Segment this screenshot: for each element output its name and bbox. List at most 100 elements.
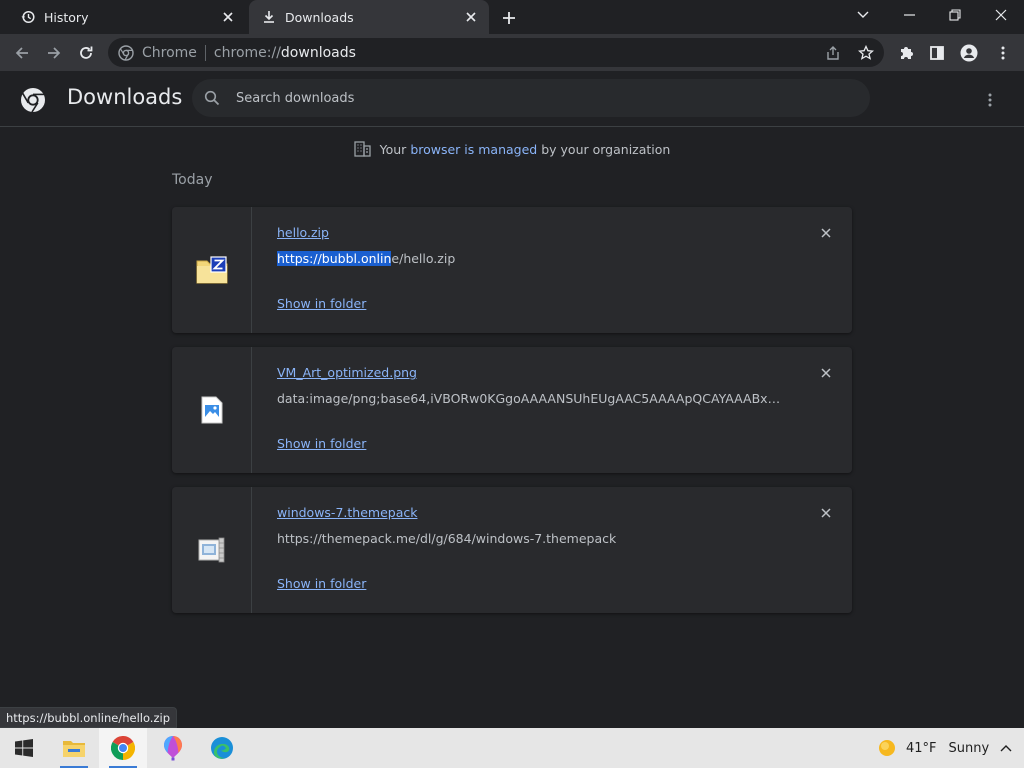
arrow-left-icon xyxy=(15,47,28,59)
star-icon xyxy=(858,45,874,60)
minimize-icon xyxy=(903,14,915,16)
url-host: downloads xyxy=(280,44,356,61)
download-source-url[interactable]: data:image/png;base64,iVBORw0KGgoAAAANSU… xyxy=(277,391,782,406)
selected-text: https://bubbl.onlin xyxy=(277,251,392,266)
puzzle-icon xyxy=(901,47,913,59)
file-icon-column xyxy=(172,207,252,333)
side-panel-button[interactable] xyxy=(924,40,950,66)
history-icon xyxy=(20,9,36,25)
show-in-folder-link[interactable]: Show in folder xyxy=(277,436,366,451)
close-tab-icon[interactable] xyxy=(461,7,481,27)
download-icon xyxy=(261,9,277,25)
tab-search-button[interactable] xyxy=(840,0,886,30)
link-status-bubble: https://bubbl.online/hello.zip xyxy=(0,707,177,728)
tab-strip: History Downloads xyxy=(0,0,1024,34)
image-file-icon xyxy=(201,396,222,424)
site-name: Chrome xyxy=(142,44,197,61)
download-filename-link[interactable]: VM_Art_optimized.png xyxy=(277,365,417,380)
date-section-label: Today xyxy=(172,172,213,188)
close-icon xyxy=(821,368,831,378)
download-filename-link[interactable]: hello.zip xyxy=(277,225,329,240)
arrow-right-icon xyxy=(48,47,61,59)
folder-icon xyxy=(63,741,85,757)
close-window-button[interactable] xyxy=(978,0,1024,30)
downloads-header: Downloads xyxy=(0,71,1024,127)
tab-title: Downloads xyxy=(285,9,354,25)
share-icon xyxy=(827,46,839,60)
back-button[interactable] xyxy=(8,39,36,67)
forward-button[interactable] xyxy=(40,39,68,67)
search-input[interactable] xyxy=(236,90,836,106)
more-vertical-icon xyxy=(1001,46,1005,60)
profile-icon xyxy=(960,44,978,62)
new-tab-button[interactable] xyxy=(498,7,520,29)
zip-file-icon xyxy=(196,256,227,284)
more-vertical-icon xyxy=(988,93,992,107)
chevron-up-icon xyxy=(1000,745,1012,752)
close-icon xyxy=(821,228,831,238)
address-bar[interactable]: Chrome chrome://downloads xyxy=(108,38,884,67)
page-title: Downloads xyxy=(67,85,183,109)
close-icon xyxy=(821,508,831,518)
show-in-folder-link[interactable]: Show in folder xyxy=(277,576,366,591)
profile-button[interactable] xyxy=(956,40,982,66)
chrome-taskbar-button[interactable] xyxy=(99,728,147,768)
url-text: e/hello.zip xyxy=(391,251,456,266)
windows-taskbar: 41°F Sunny xyxy=(0,728,1024,768)
share-button[interactable] xyxy=(820,40,846,66)
extensions-button[interactable] xyxy=(893,40,919,66)
reload-button[interactable] xyxy=(72,39,100,67)
restore-icon xyxy=(949,9,961,21)
file-explorer-taskbar-button[interactable] xyxy=(50,728,98,768)
remove-download-button[interactable] xyxy=(816,503,836,523)
remove-download-button[interactable] xyxy=(816,223,836,243)
side-panel-icon xyxy=(930,46,944,60)
downloads-more-button[interactable] xyxy=(978,88,1002,112)
windows-logo-icon xyxy=(15,739,33,757)
file-icon-column xyxy=(172,487,252,613)
bookmark-button[interactable] xyxy=(853,40,879,66)
tab-downloads[interactable]: Downloads xyxy=(249,0,489,34)
download-source-url[interactable]: https://bubbl.online/hello.zip xyxy=(277,251,455,266)
weather-widget[interactable]: 41°F Sunny xyxy=(876,728,989,768)
building-icon xyxy=(353,140,372,158)
chrome-logo-icon xyxy=(20,87,46,113)
tab-title: History xyxy=(44,9,89,25)
close-icon xyxy=(995,9,1007,21)
weather-condition: Sunny xyxy=(948,740,990,756)
managed-suffix: by your organization xyxy=(537,141,671,157)
download-item: VM_Art_optimized.png data:image/png;base… xyxy=(172,347,852,473)
show-hidden-icons-button[interactable] xyxy=(996,738,1016,758)
search-box[interactable] xyxy=(192,79,870,117)
download-source-url[interactable]: https://themepack.me/dl/g/684/windows-7.… xyxy=(277,531,616,546)
browser-toolbar: Chrome chrome://downloads xyxy=(0,34,1024,71)
url-scheme: chrome:// xyxy=(213,44,281,61)
chrome-icon xyxy=(111,736,135,760)
search-icon xyxy=(204,89,222,107)
tab-history[interactable]: History xyxy=(8,0,246,34)
reload-icon xyxy=(80,46,93,59)
weather-temperature: 41°F xyxy=(906,740,937,756)
show-in-folder-link[interactable]: Show in folder xyxy=(277,296,366,311)
download-filename-link[interactable]: windows-7.themepack xyxy=(277,505,417,520)
restore-button[interactable] xyxy=(932,0,978,30)
edge-icon xyxy=(211,737,233,759)
remove-download-button[interactable] xyxy=(816,363,836,383)
divider xyxy=(204,44,206,61)
download-item: windows-7.themepack https://themepack.me… xyxy=(172,487,852,613)
chevron-down-icon xyxy=(857,11,869,18)
minimize-button[interactable] xyxy=(886,0,932,30)
chrome-site-icon xyxy=(118,44,134,61)
chrome-menu-button[interactable] xyxy=(990,40,1016,66)
edge-taskbar-button[interactable] xyxy=(198,728,246,768)
managed-link[interactable]: browser is managed xyxy=(410,142,537,157)
close-tab-icon[interactable] xyxy=(218,7,238,27)
paint-taskbar-button[interactable] xyxy=(149,728,197,768)
start-button[interactable] xyxy=(0,728,48,768)
download-item: hello.zip https://bubbl.online/hello.zip… xyxy=(172,207,852,333)
sun-icon xyxy=(879,740,895,756)
paint-balloon-icon xyxy=(164,736,182,761)
managed-notice: Your browser is managed by your organiza… xyxy=(0,140,1024,158)
themepack-file-icon xyxy=(198,537,224,563)
file-icon-column xyxy=(172,347,252,473)
